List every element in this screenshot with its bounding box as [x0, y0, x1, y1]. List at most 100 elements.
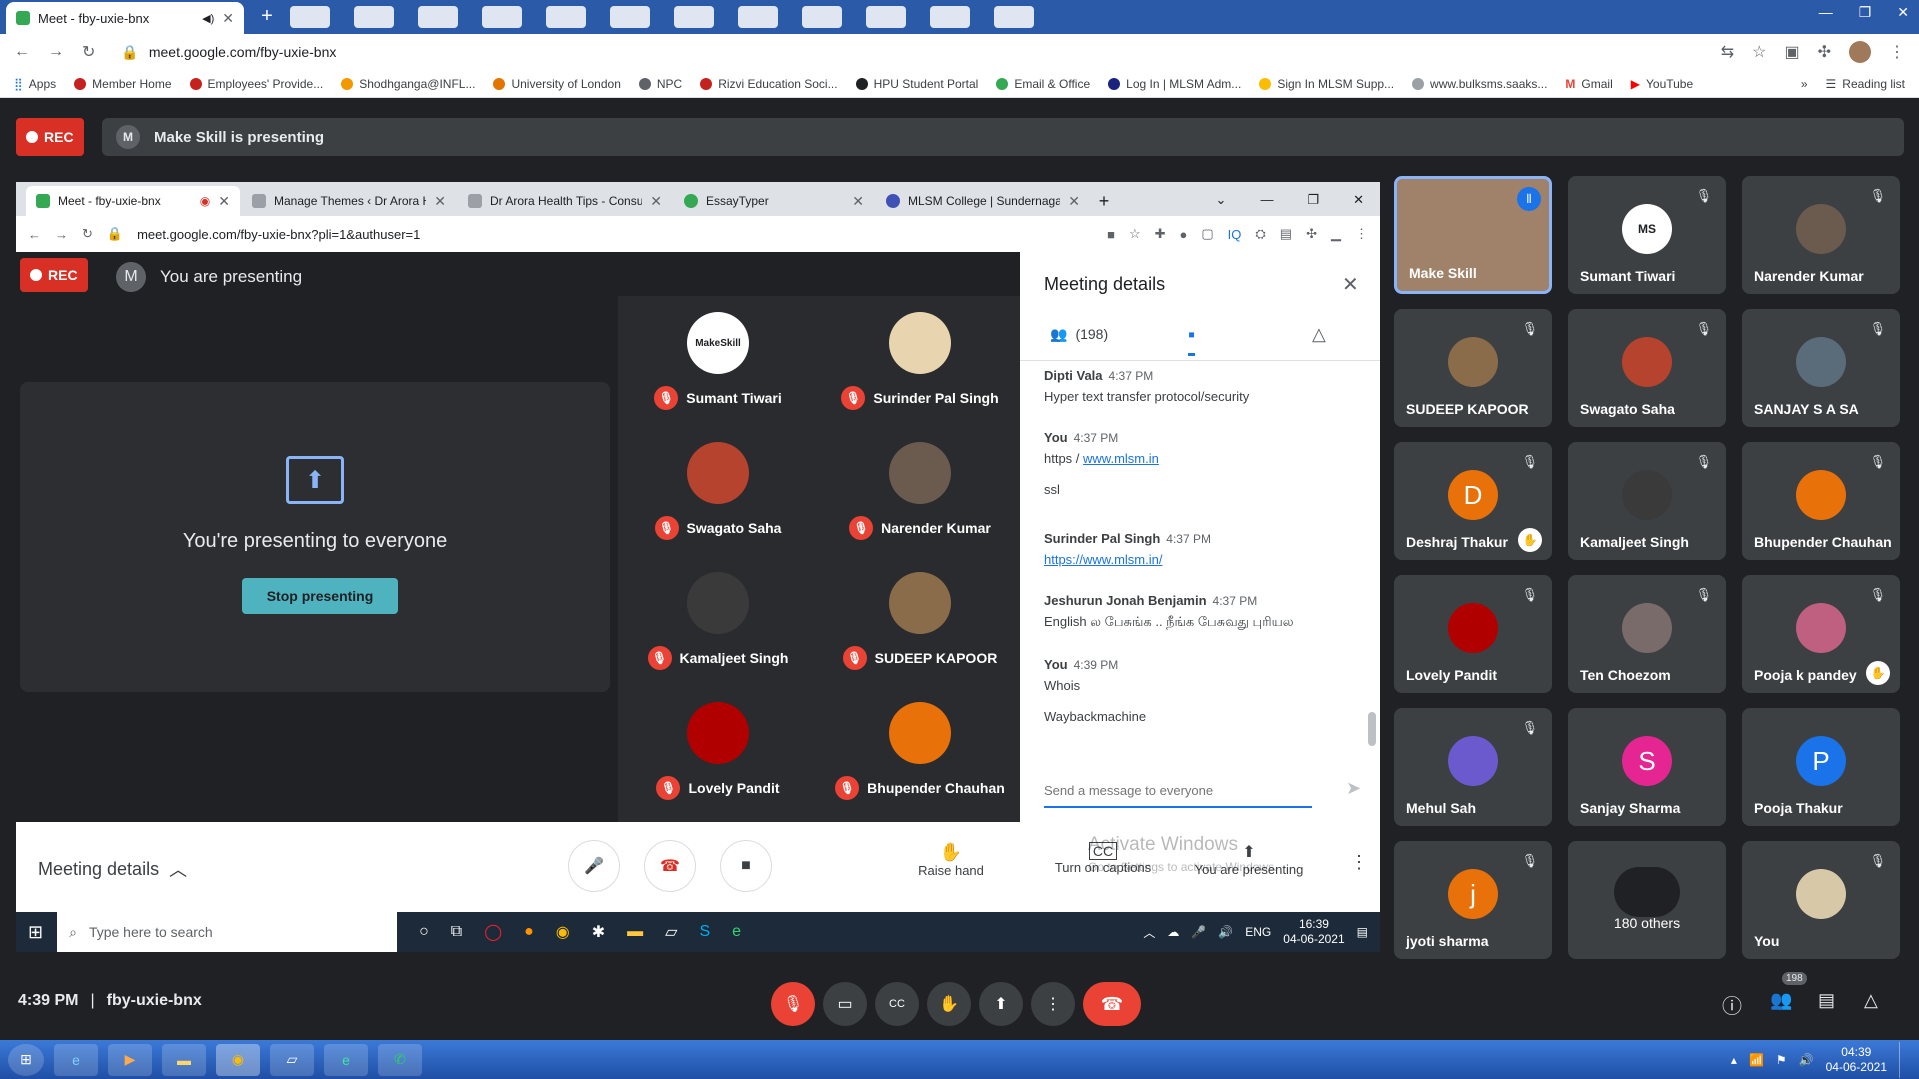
- people-icon[interactable]: 👥: [1770, 990, 1792, 1011]
- close-tab-icon[interactable]: ✕: [218, 193, 230, 210]
- file-explorer-icon[interactable]: ▬: [627, 923, 643, 941]
- extension-icon[interactable]: ▣: [1784, 42, 1799, 62]
- participant-tile[interactable]: Narender Kumar 🎙: [1742, 176, 1900, 294]
- tray-chevron-icon[interactable]: ︿: [1143, 924, 1155, 941]
- participant-tile[interactable]: 🎙 Lovely Pandit: [618, 686, 818, 816]
- inner-tab[interactable]: Manage Themes ‹ Dr Arora H ✕: [242, 186, 456, 216]
- bookmark-item[interactable]: Email & Office: [996, 77, 1090, 91]
- chat-input-field[interactable]: [1044, 783, 1312, 798]
- inner-tab[interactable]: Dr Arora Health Tips - Consu ✕: [458, 186, 672, 216]
- info-icon[interactable]: ⓘ: [1722, 990, 1742, 1019]
- volume-icon[interactable]: 🔊: [1218, 925, 1233, 939]
- restore-icon[interactable]: ❐: [1859, 4, 1872, 21]
- bookmark-item[interactable]: Member Home: [74, 77, 172, 91]
- app-icon[interactable]: ▱: [665, 922, 677, 942]
- network-icon[interactable]: ☁: [1167, 925, 1179, 939]
- camera-button[interactable]: ■: [720, 840, 772, 892]
- bookmark-item[interactable]: Shodhganga@INFL...: [341, 77, 475, 91]
- skype-icon[interactable]: S: [699, 923, 710, 941]
- scrollbar[interactable]: [1368, 712, 1376, 746]
- participant-tile[interactable]: 🎙 Kamaljeet Singh: [618, 556, 818, 686]
- outer-tab-meet[interactable]: Meet - fby-uxie-bnx ◀) ✕: [6, 2, 244, 34]
- present-button[interactable]: ⬆: [979, 982, 1023, 1026]
- reload-icon[interactable]: ↻: [82, 226, 93, 242]
- taskbar-search[interactable]: ⌕ Type here to search: [57, 912, 398, 952]
- menu-icon[interactable]: ⋮: [1355, 226, 1368, 242]
- participant-tile[interactable]: MakeSkill 🎙 Sumant Tiwari: [618, 296, 818, 426]
- send-icon[interactable]: ➤: [1346, 778, 1361, 799]
- whatsapp-icon[interactable]: ✆: [378, 1043, 422, 1076]
- participant-tile[interactable]: Swagato Saha 🎙: [1568, 309, 1726, 427]
- close-tab-icon[interactable]: ✕: [852, 193, 864, 210]
- bookmark-gmail[interactable]: M Gmail: [1565, 77, 1612, 91]
- extension-icon[interactable]: ▤: [1280, 226, 1292, 242]
- outer-address-bar[interactable]: 🔒 meet.google.com/fby-uxie-bnx: [113, 38, 1703, 66]
- activities-icon[interactable]: △: [1864, 990, 1878, 1011]
- mic-toggle-button[interactable]: 🎙: [771, 982, 815, 1026]
- menu-icon[interactable]: ⋮: [1889, 42, 1905, 62]
- bookmark-item[interactable]: Log In | MLSM Adm...: [1108, 77, 1241, 91]
- participant-tile[interactable]: 180 others: [1568, 841, 1726, 959]
- back-icon[interactable]: ←: [14, 43, 30, 61]
- extension-icon[interactable]: IQ: [1228, 227, 1242, 242]
- bookmark-item[interactable]: www.bulksms.saaks...: [1412, 77, 1547, 91]
- participant-tile[interactable]: Mehul Sah 🎙: [1394, 708, 1552, 826]
- bookmark-item[interactable]: NPC: [638, 77, 682, 91]
- opera-icon[interactable]: ◯: [484, 922, 502, 942]
- participant-tile[interactable]: SUDEEP KAPOOR 🎙: [1394, 309, 1552, 427]
- star-icon[interactable]: ☆: [1752, 42, 1766, 62]
- participant-tile[interactable]: 🎙 SUDEEP KAPOOR: [820, 556, 1020, 686]
- volume-icon[interactable]: 🔊: [1799, 1053, 1814, 1067]
- participant-tile[interactable]: Pooja k pandey 🎙 ✋: [1742, 575, 1900, 693]
- inner-tab[interactable]: Meet - fby-uxie-bnx ◉ ✕: [26, 186, 240, 216]
- signal-icon[interactable]: 📶: [1749, 1053, 1764, 1067]
- more-options-icon[interactable]: ⋮: [1350, 852, 1368, 873]
- participant-tile[interactable]: Make Skill ⦀: [1394, 176, 1552, 294]
- avatar[interactable]: [1849, 41, 1871, 63]
- participant-tile[interactable]: S Sanjay Sharma: [1568, 708, 1726, 826]
- windows-start-icon[interactable]: ⊞: [8, 1043, 44, 1076]
- edge-icon[interactable]: e: [732, 923, 741, 941]
- participant-tile[interactable]: 🎙 Bhupender Chauhan: [820, 686, 1020, 816]
- bookmark-item[interactable]: University of London: [493, 77, 621, 91]
- extension-icon[interactable]: ⛭: [1255, 226, 1265, 242]
- minimize-icon[interactable]: —: [1819, 4, 1833, 21]
- participant-tile[interactable]: 🎙 Surinder Pal Singh: [820, 296, 1020, 426]
- chat-link[interactable]: www.mlsm.in: [1083, 451, 1159, 466]
- chat-link[interactable]: https://www.mlsm.in/: [1044, 552, 1162, 567]
- close-window-icon[interactable]: ✕: [1897, 4, 1909, 21]
- bookmark-youtube[interactable]: ▶ YouTube: [1631, 77, 1693, 91]
- bookmark-item[interactable]: Sign In MLSM Supp...: [1259, 77, 1394, 91]
- extension-icon[interactable]: ●: [1180, 227, 1188, 242]
- internet-explorer-icon[interactable]: e: [54, 1043, 98, 1076]
- task-view-icon[interactable]: ⧉: [451, 923, 462, 941]
- mic-icon[interactable]: 🎤: [1191, 925, 1206, 939]
- close-tab-icon[interactable]: ✕: [650, 193, 662, 210]
- close-window-icon[interactable]: ✕: [1353, 192, 1364, 208]
- raise-hand-button[interactable]: ✋ Raise hand: [896, 842, 1006, 878]
- reload-icon[interactable]: ↻: [82, 42, 95, 62]
- close-tab-icon[interactable]: ✕: [1068, 193, 1080, 210]
- more-options-button[interactable]: ⋮: [1031, 982, 1075, 1026]
- app-icon[interactable]: ✱: [592, 922, 605, 942]
- close-icon[interactable]: ✕: [1342, 272, 1359, 297]
- forward-icon[interactable]: →: [55, 227, 68, 242]
- participant-tile[interactable]: Bhupender Chauhan 🎙: [1742, 442, 1900, 560]
- media-player-icon[interactable]: ▶: [108, 1043, 152, 1076]
- leave-call-button[interactable]: ☎: [1083, 982, 1141, 1026]
- edge-icon[interactable]: e: [324, 1043, 368, 1076]
- participant-tile[interactable]: SANJAY S A SA 🎙: [1742, 309, 1900, 427]
- puzzle-icon[interactable]: ✣: [1818, 42, 1831, 62]
- participant-tile[interactable]: 🎙 Narender Kumar: [820, 426, 1020, 556]
- participant-tile[interactable]: j jyoti sharma 🎙: [1394, 841, 1552, 959]
- new-tab-button[interactable]: +: [254, 6, 280, 28]
- leave-call-button[interactable]: ☎: [644, 840, 696, 892]
- chat-input[interactable]: [1044, 782, 1312, 808]
- extension-icon[interactable]: ✚: [1155, 226, 1166, 242]
- participant-tile[interactable]: P Pooja Thakur: [1742, 708, 1900, 826]
- meeting-details-toggle[interactable]: Meeting details ︿: [38, 856, 187, 882]
- star-icon[interactable]: ☆: [1129, 226, 1141, 242]
- more-bookmarks-icon[interactable]: »: [1801, 77, 1808, 91]
- notifications-icon[interactable]: ▤: [1357, 925, 1368, 939]
- reading-list[interactable]: ☰ Reading list: [1826, 77, 1905, 91]
